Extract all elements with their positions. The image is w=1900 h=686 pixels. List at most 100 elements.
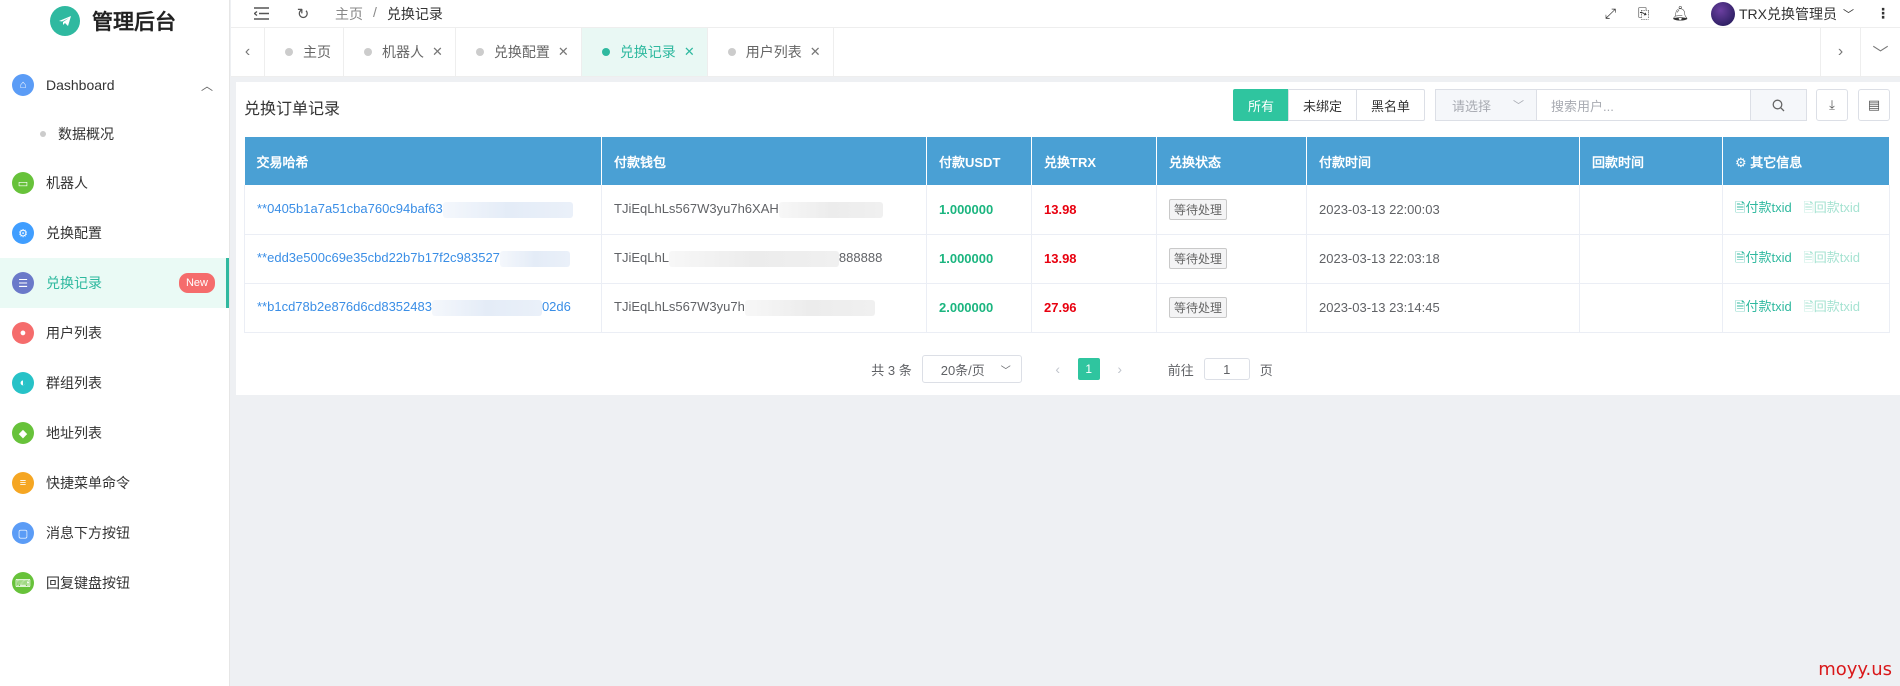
close-icon[interactable]: ✕ [810,44,821,60]
tx-hash: **0405b1a7a51cba760c94baf63 [257,200,443,216]
bell-icon[interactable]: 🔔︎ [1671,5,1689,22]
search-button[interactable] [1751,89,1807,121]
sidebar-item-exchange-records[interactable]: ☰ 兑换记录 New [0,258,229,308]
chevron-down-icon: ﹀ [1843,8,1854,21]
collapse-menu-icon[interactable] [249,2,273,26]
pay-txid-link[interactable]: 🗎︎付款txid [1735,250,1792,265]
sidebar-item-label: 回复键盘按钮 [46,575,130,591]
tab-home[interactable]: 主页 [265,28,344,76]
trx-amount: 27.96 [1031,283,1157,333]
sidebar-item-dashboard[interactable]: ⌂ Dashboard ︿ [0,60,229,110]
next-page-icon[interactable]: › [1110,361,1130,377]
redaction-blur [778,201,883,218]
sidebar-item-reply-keyboard[interactable]: ⌨ 回复键盘按钮 [0,558,229,608]
close-icon[interactable]: ✕ [684,44,695,60]
page-title: 兑换订单记录 [244,101,341,118]
refresh-icon[interactable]: ↻ [291,2,315,26]
more-vertical-icon[interactable]: ⋮ [1876,5,1890,22]
tab-exchange-records[interactable]: 兑换记录 ✕ [581,28,708,76]
export-button[interactable]: ▤ [1858,89,1890,121]
sidebar-item-label: 地址列表 [46,425,102,441]
home-icon: ⌂ [12,74,34,96]
sidebar-item-robot[interactable]: ▭ 机器人 [0,158,229,208]
tabs-scroll-left-icon[interactable]: ‹ [231,28,265,76]
sidebar-item-exchange-config[interactable]: ⚙ 兑换配置 [0,208,229,258]
breadcrumb-home[interactable]: 主页 [335,4,363,24]
prev-page-icon[interactable]: ‹ [1048,361,1068,377]
tab-dot-icon [727,48,736,56]
sidebar-item-label: 群组列表 [46,375,102,391]
column-header[interactable]: 交易哈希 [244,137,602,185]
goto-page-input[interactable]: 1 [1203,358,1250,380]
table-header-row: 交易哈希 付款钱包 付款USDT 兑换TRX 兑换状态 付款时间 回款时间 ⚙ … [244,137,1890,185]
breadcrumb: 主页 / 兑换记录 [335,4,443,24]
tab-label: 用户列表 [745,44,802,60]
tx-hash-tail: 02d6 [541,299,571,315]
refund-txid-link[interactable]: 🗎︎回款txid [1803,250,1860,265]
usdt-amount: 1.000000 [926,234,1032,284]
filter-blacklist-button[interactable]: 黑名单 [1356,89,1426,121]
breadcrumb-separator: / [373,3,377,20]
tab-dot-icon [285,48,293,56]
filter-all-button[interactable]: 所有 [1233,89,1290,121]
sidebar-item-address-list[interactable]: ◆ 地址列表 [0,408,229,458]
user-menu[interactable]: TRX兑换管理员 ﹀ [1711,1,1854,26]
tab-label: 机器人 [382,44,424,60]
close-icon[interactable]: ✕ [432,44,443,60]
redaction-blur [668,250,839,267]
sidebar-item-message-buttons[interactable]: ▢ 消息下方按钮 [0,508,229,558]
status-badge: 等待处理 [1169,198,1228,220]
tabs-scroll-right-icon[interactable]: › [1820,28,1860,76]
keyboard-icon: ⌨ [12,572,34,594]
refund-txid-link[interactable]: 🗎︎回款txid [1803,200,1860,215]
search-field-select[interactable]: 请选择 ﹀ [1435,89,1537,121]
actions-cell: 🗎︎付款txid 🗎︎回款txid [1722,185,1890,235]
sidebar-item-label: 兑换配置 [46,225,102,241]
sidebar: 管理后台 ⌂ Dashboard ︿ 数据概况 ▭ 机器人 ⚙ 兑换配置 ☰ 兑… [0,0,230,686]
tx-hash-cell[interactable]: **edd3e500c69e35cbd22b7b17f2c983527 [244,234,602,284]
tab-label: 兑换记录 [619,44,676,60]
chevron-down-icon: ﹀ [1000,365,1011,377]
record-icon: ☰ [12,272,34,294]
filter-unbound-button[interactable]: 未绑定 [1288,89,1358,121]
refund-time [1579,234,1723,284]
column-header[interactable]: 付款钱包 [601,137,927,185]
tab-robot[interactable]: 机器人 ✕ [344,28,456,76]
sidebar-item-quick-menu[interactable]: ≡ 快捷菜单命令 [0,458,229,508]
column-header[interactable]: 兑换TRX [1031,137,1157,185]
page-size-select[interactable]: 20条/页 ﹀ [921,355,1022,383]
page-unit-label: 页 [1259,362,1273,378]
tab-label: 兑换配置 [493,44,550,60]
wallet-address: TJiEqLhL [614,250,669,266]
download-button[interactable]: ⤓ [1816,89,1848,121]
records-table: 交易哈希 付款钱包 付款USDT 兑换TRX 兑换状态 付款时间 回款时间 ⚙ … [244,137,1890,333]
column-header-other-info[interactable]: ⚙ 其它信息 [1722,137,1890,185]
tab-exchange-config[interactable]: 兑换配置 ✕ [456,28,582,76]
column-header[interactable]: 付款USDT [926,137,1032,185]
column-header[interactable]: 回款时间 [1579,137,1723,185]
tx-hash-cell[interactable]: **0405b1a7a51cba760c94baf63 [244,185,602,235]
export-icon: ▤ [1867,97,1881,112]
sidebar-item-data-overview[interactable]: 数据概况 [0,110,229,158]
close-icon[interactable]: ✕ [558,44,569,60]
wallet-cell: TJiEqLhL 888888 [601,234,927,284]
brand-title: 管理后台 [92,11,176,34]
search-input[interactable]: 搜索用户... [1537,89,1751,121]
column-header[interactable]: 付款时间 [1306,137,1580,185]
translate-icon[interactable]: ⎘ [1638,5,1649,22]
page-number-current[interactable]: 1 [1077,358,1100,380]
sidebar-item-group-list[interactable]: ◐ 群组列表 [0,358,229,408]
pay-txid-link[interactable]: 🗎︎付款txid [1735,299,1792,314]
brand[interactable]: 管理后台 [0,0,229,42]
pay-txid-link[interactable]: 🗎︎付款txid [1735,200,1792,215]
sidebar-item-user-list[interactable]: ● 用户列表 [0,308,229,358]
column-header[interactable]: 兑换状态 [1156,137,1307,185]
link-label: 付款txid [1745,298,1792,314]
tx-hash-cell[interactable]: **b1cd78b2e876d6cd8352483 02d6 [244,283,602,333]
fullscreen-icon[interactable]: ⤢ [1605,5,1616,22]
trx-amount: 13.98 [1031,234,1157,284]
tab-user-list[interactable]: 用户列表 ✕ [708,28,834,76]
tabs-dropdown-icon[interactable]: ﹀ [1860,28,1900,76]
document-icon: 🗎︎ [1735,249,1746,265]
refund-txid-link[interactable]: 🗎︎回款txid [1803,299,1860,314]
